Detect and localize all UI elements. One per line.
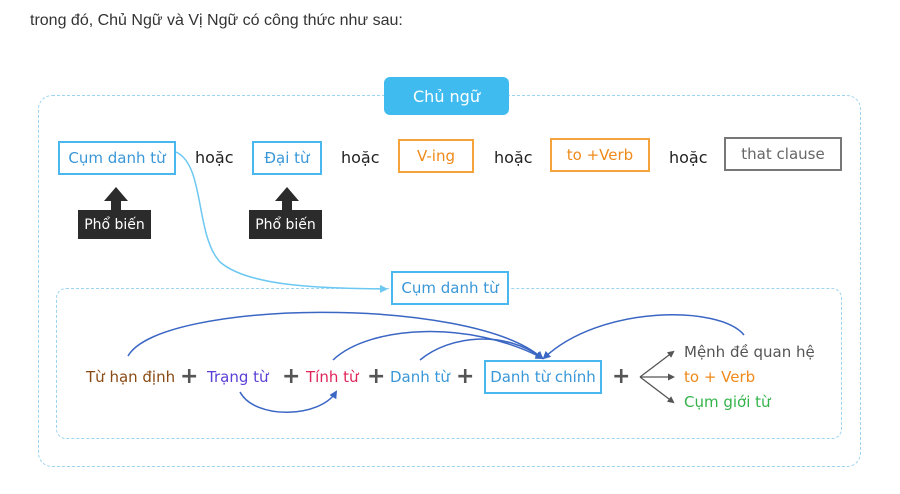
arrow-up-icon <box>275 187 299 210</box>
curve-adverb <box>239 390 338 413</box>
common-badge: Phổ biến <box>249 210 322 239</box>
option-that-clause: that clause <box>724 137 842 171</box>
subject-title: Chủ ngữ <box>384 77 509 115</box>
option-pronoun: Đại từ <box>252 141 322 175</box>
option-v-ing: V-ing <box>398 139 474 173</box>
postmod-relative-clause: Mệnh đề quan hệ <box>684 343 815 361</box>
diagram-connectors <box>104 151 745 413</box>
or-word: hoặc <box>195 148 234 167</box>
common-badge: Phổ biến <box>78 210 151 239</box>
curve-determiner <box>127 311 544 360</box>
plus-icon: + <box>367 364 386 389</box>
option-to-verb: to +Verb <box>550 138 650 172</box>
or-word: hoặc <box>669 148 708 167</box>
plus-icon: + <box>456 364 475 389</box>
postmod-to-verb: to + Verb <box>684 368 756 386</box>
option-noun-phrase: Cụm danh từ <box>58 141 176 175</box>
plus-icon: + <box>282 364 301 389</box>
component-noun: Danh từ <box>390 368 450 386</box>
arrow-up-icon <box>104 187 128 210</box>
or-word: hoặc <box>494 148 533 167</box>
plus-icon: + <box>612 364 631 389</box>
component-adjective: Tính từ <box>306 368 359 386</box>
curve-adjective <box>332 330 544 361</box>
plus-icon: + <box>180 364 199 389</box>
noun-phrase-title: Cụm danh từ <box>391 271 509 305</box>
head-noun-box: Danh từ chính <box>484 360 602 394</box>
postmod-prepositional-phrase: Cụm giới từ <box>684 393 771 411</box>
component-adverb: Trạng từ <box>207 368 269 386</box>
or-word: hoặc <box>341 148 380 167</box>
component-determiner: Từ hạn định <box>86 368 176 386</box>
